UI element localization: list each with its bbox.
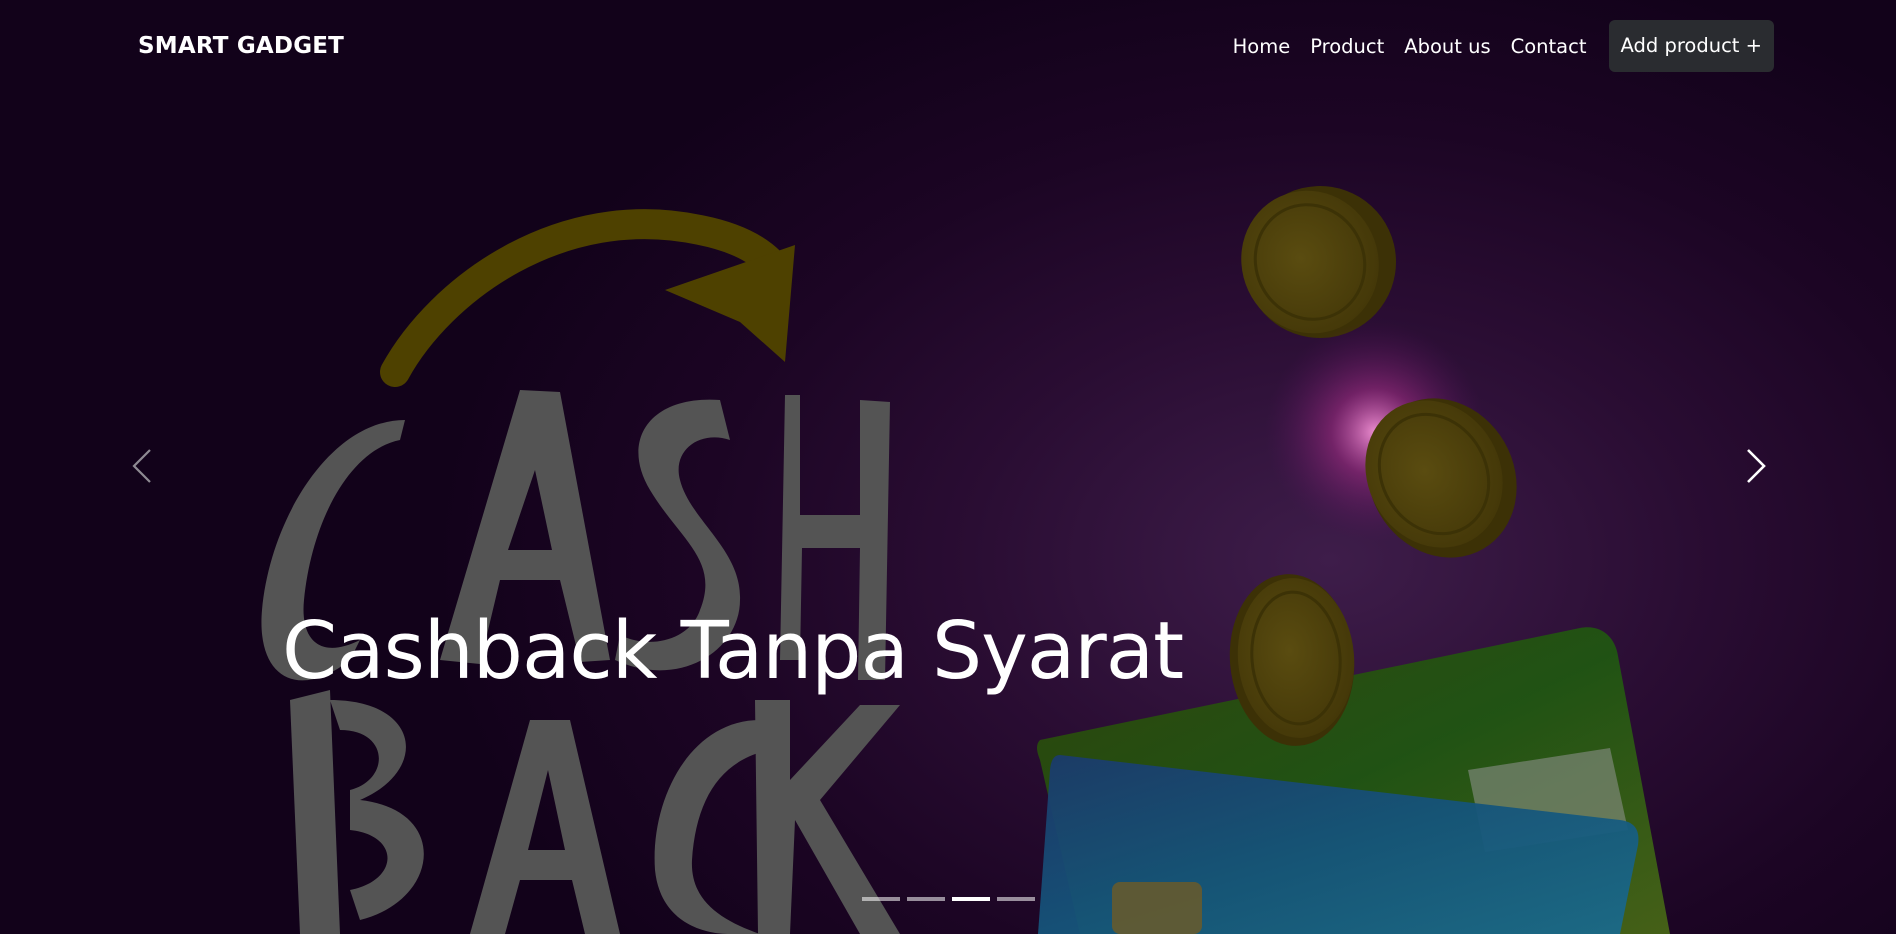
carousel-indicators: [862, 897, 1035, 901]
chevron-right-icon: [1747, 449, 1766, 483]
carousel-indicator[interactable]: [997, 897, 1035, 901]
curved-arrow-art: [380, 209, 795, 387]
carousel-indicator[interactable]: [862, 897, 900, 901]
add-product-button[interactable]: Add product +: [1608, 20, 1774, 72]
brand-logo[interactable]: SMART GADGET: [138, 33, 344, 59]
nav-link-about-us[interactable]: About us: [1394, 35, 1500, 58]
nav-links: Home Product About us Contact Add produc…: [1223, 20, 1774, 72]
chevron-left-icon: [132, 449, 151, 483]
hero-carousel: SMART GADGET Home Product About us Conta…: [0, 0, 1896, 934]
nav-link-product[interactable]: Product: [1300, 35, 1394, 58]
carousel-prev-button[interactable]: [122, 440, 162, 492]
slide-caption: Cashback Tanpa Syarat: [282, 605, 1184, 697]
slide-background-image: [261, 186, 1670, 934]
carousel-next-button[interactable]: [1736, 440, 1776, 492]
carousel-indicator[interactable]: [907, 897, 945, 901]
carousel-indicator-active[interactable]: [952, 897, 990, 901]
navbar: SMART GADGET Home Product About us Conta…: [0, 0, 1896, 92]
nav-link-home[interactable]: Home: [1223, 35, 1301, 58]
nav-link-contact[interactable]: Contact: [1501, 35, 1597, 58]
